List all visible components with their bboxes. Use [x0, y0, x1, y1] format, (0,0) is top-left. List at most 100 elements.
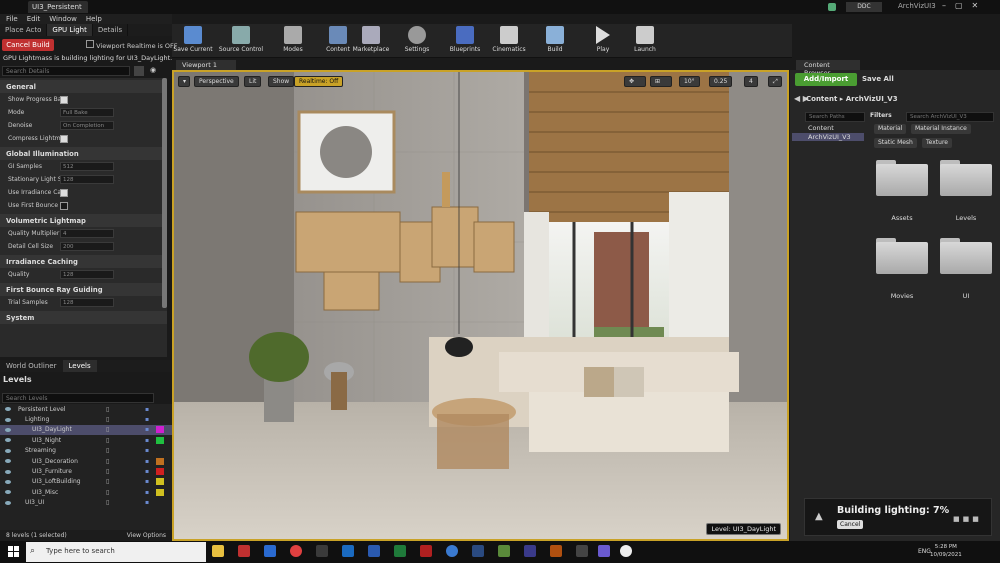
- property-checkbox[interactable]: [60, 95, 68, 104]
- folder-levels[interactable]: [940, 160, 992, 196]
- folder-movies[interactable]: [876, 238, 928, 274]
- outlook-icon[interactable]: [342, 545, 354, 557]
- visibility-icon[interactable]: [5, 490, 11, 495]
- taskbar-app-icon[interactable]: [472, 545, 484, 557]
- blueprints-button[interactable]: Blueprints: [444, 26, 486, 53]
- visibility-icon[interactable]: [5, 448, 11, 453]
- viewport[interactable]: ▾ Perspective Lit Show Realtime: Off ✥ ⊞…: [172, 70, 789, 541]
- viewport-realtime-checkbox[interactable]: [86, 40, 94, 48]
- lock-icon[interactable]: ▯: [106, 426, 109, 433]
- level-row[interactable]: UI3_UI ▯ ▪: [0, 498, 172, 508]
- acrobat-icon[interactable]: [420, 545, 432, 557]
- file-explorer-icon[interactable]: [212, 545, 224, 557]
- property-field[interactable]: 4: [60, 229, 114, 238]
- source-control-button[interactable]: Source Control: [218, 26, 264, 53]
- property-checkbox[interactable]: [60, 134, 68, 143]
- save-current-button[interactable]: Save Current: [172, 26, 214, 53]
- grid-view-icon[interactable]: [134, 66, 144, 76]
- details-scrollbar[interactable]: [162, 78, 167, 308]
- ddc-indicator[interactable]: DDC: [846, 2, 882, 12]
- levels-dropdown[interactable]: Levels: [3, 375, 32, 384]
- visibility-icon[interactable]: [5, 469, 11, 474]
- unreal-engine-icon[interactable]: [620, 545, 632, 557]
- visibility-icon[interactable]: [5, 427, 11, 432]
- add-import-button[interactable]: Add/Import: [795, 73, 857, 86]
- eye-icon[interactable]: ◉: [150, 66, 162, 76]
- levels-search-input[interactable]: Search Levels: [2, 393, 154, 403]
- lock-icon[interactable]: ▯: [106, 489, 109, 496]
- details-section-header[interactable]: First Bounce Ray Guiding: [0, 283, 167, 296]
- level-row[interactable]: UI3_DayLight ▯ ▪: [0, 424, 172, 436]
- save-level-icon[interactable]: ▪: [145, 437, 149, 444]
- build-button[interactable]: Build: [534, 26, 576, 53]
- level-row[interactable]: Persistent Level ▯ ▪: [0, 404, 172, 414]
- tab-gpu-light[interactable]: GPU Light: [47, 24, 93, 36]
- maximize-icon[interactable]: ⤢: [768, 76, 782, 87]
- taskbar-app-icon[interactable]: [576, 545, 588, 557]
- taskbar-app-icon[interactable]: [524, 545, 536, 557]
- window-controls[interactable]: –▢✕: [942, 1, 987, 10]
- lock-icon[interactable]: ▯: [106, 458, 109, 465]
- lock-icon[interactable]: ▯: [106, 406, 109, 413]
- perspective-button[interactable]: Perspective: [194, 76, 239, 87]
- property-field[interactable]: 200: [60, 242, 114, 251]
- save-level-icon[interactable]: ▪: [145, 468, 149, 475]
- view-options-button[interactable]: View Options: [127, 532, 166, 539]
- visibility-icon[interactable]: [5, 479, 11, 484]
- lock-icon[interactable]: ▯: [106, 447, 109, 454]
- menu-file[interactable]: File: [6, 15, 18, 23]
- breadcrumb-archvizui[interactable]: ArchVizUI_V3: [846, 95, 898, 103]
- level-row[interactable]: UI3_Misc ▯ ▪: [0, 487, 172, 497]
- breadcrumb-content[interactable]: Content: [806, 95, 837, 103]
- filter-chip-material-instance[interactable]: Material Instance: [911, 124, 971, 134]
- property-checkbox[interactable]: [60, 201, 68, 210]
- toast-cancel-button[interactable]: Cancel: [837, 520, 864, 529]
- viewport-realtime-toggle[interactable]: Viewport Realtime is OFF: [86, 40, 178, 50]
- lit-button[interactable]: Lit: [244, 76, 262, 87]
- word-icon[interactable]: [368, 545, 380, 557]
- details-search-input[interactable]: Search Details: [2, 66, 130, 76]
- taskbar-app-icon[interactable]: [238, 545, 250, 557]
- camera-speed[interactable]: 4: [744, 76, 758, 87]
- level-color-swatch[interactable]: [156, 488, 164, 496]
- details-section-header[interactable]: Global Illumination: [0, 147, 167, 160]
- filter-chip-texture[interactable]: Texture: [922, 138, 952, 148]
- property-field[interactable]: 512: [60, 162, 114, 171]
- filters-button[interactable]: Filters: [870, 112, 892, 119]
- translate-icon[interactable]: ✥: [624, 76, 646, 87]
- tree-item-content[interactable]: Content: [792, 124, 864, 132]
- visibility-icon[interactable]: [5, 417, 11, 422]
- save-level-icon[interactable]: ▪: [145, 489, 149, 496]
- taskbar-app-icon[interactable]: [550, 545, 562, 557]
- taskbar-clock[interactable]: 5:28 PM 10/09/2021: [930, 543, 962, 559]
- dreamweaver-icon[interactable]: [498, 545, 510, 557]
- chrome-icon[interactable]: [290, 545, 302, 557]
- level-row[interactable]: UI3_Furniture ▯ ▪: [0, 466, 172, 476]
- visibility-icon[interactable]: [5, 407, 11, 412]
- details-section-header[interactable]: Irradiance Caching: [0, 255, 167, 268]
- menu-help[interactable]: Help: [86, 15, 102, 23]
- visibility-icon[interactable]: [5, 438, 11, 443]
- viewport-tab[interactable]: Viewport 1: [176, 60, 236, 70]
- save-level-icon[interactable]: ▪: [145, 416, 149, 423]
- tab-place-actors[interactable]: Place Acto: [0, 24, 48, 36]
- taskbar-app-icon[interactable]: [264, 545, 276, 557]
- marketplace-button[interactable]: Marketplace: [350, 26, 392, 53]
- menu-edit[interactable]: Edit: [27, 15, 41, 23]
- realtime-toggle[interactable]: Realtime: Off: [294, 76, 344, 87]
- modes-button[interactable]: Modes: [272, 26, 314, 53]
- save-all-button[interactable]: Save All: [862, 75, 894, 83]
- taskbar-app-icon[interactable]: [446, 545, 458, 557]
- rotation-snap[interactable]: 10°: [679, 76, 700, 87]
- property-field[interactable]: 128: [60, 298, 114, 307]
- details-section-header[interactable]: General: [0, 80, 167, 93]
- visibility-icon[interactable]: [5, 500, 11, 505]
- lock-icon[interactable]: ▯: [106, 416, 109, 423]
- asset-search-input[interactable]: Search ArchVizUI_V3: [906, 112, 994, 122]
- taskbar-search-input[interactable]: Type here to search: [26, 542, 206, 562]
- windows-start-icon[interactable]: [8, 546, 20, 558]
- scale-snap[interactable]: 0.25: [709, 76, 733, 87]
- launch-button[interactable]: Launch: [624, 26, 666, 53]
- document-tab[interactable]: UI3_Persistent: [28, 1, 88, 13]
- filter-chip-static-mesh[interactable]: Static Mesh: [874, 138, 917, 148]
